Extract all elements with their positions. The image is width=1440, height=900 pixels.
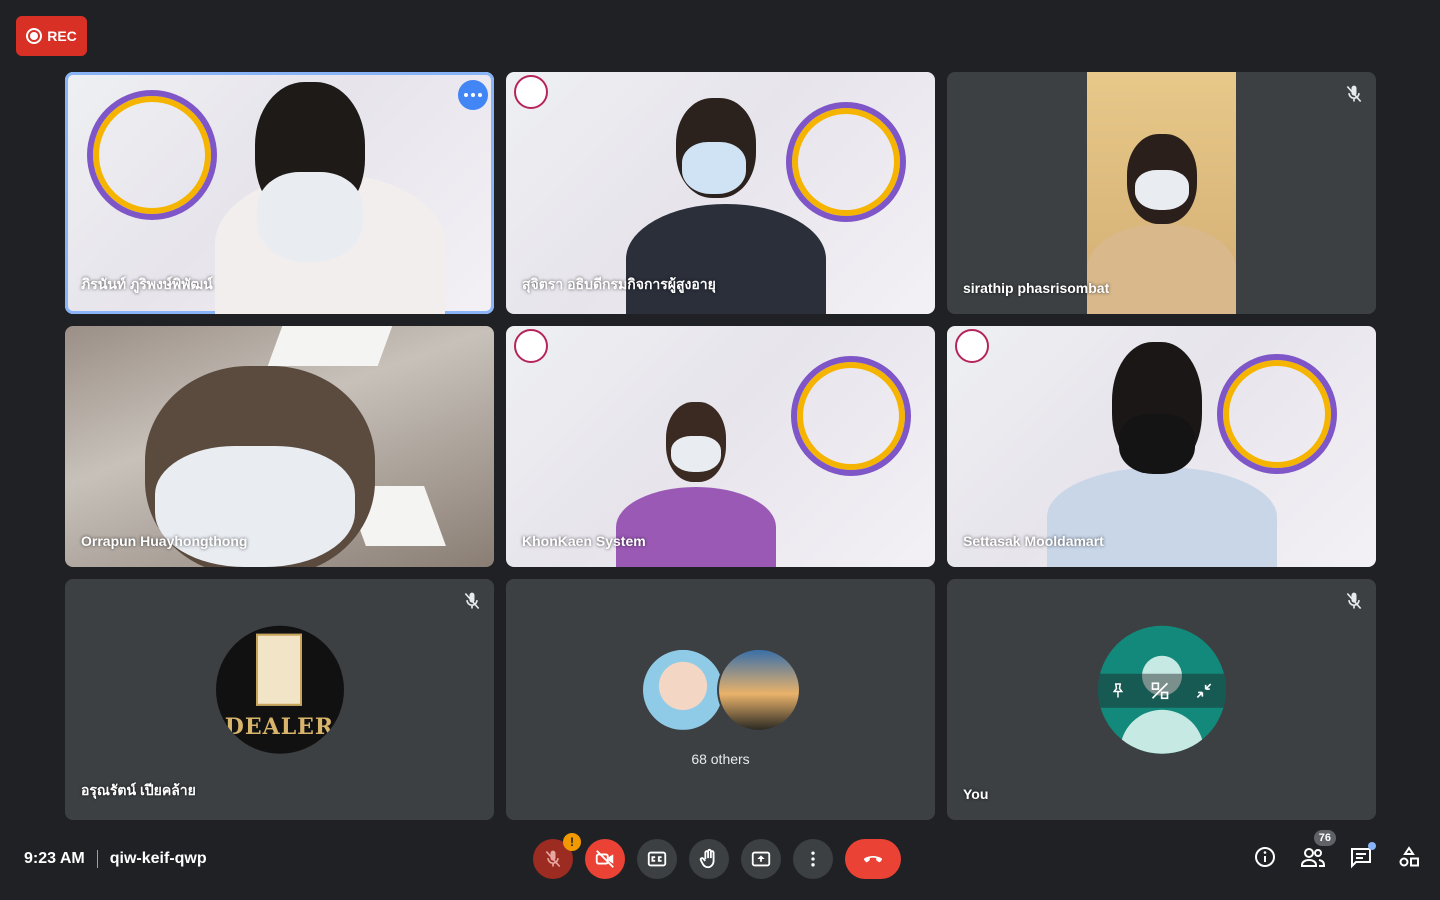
recording-label: REC [47,28,77,44]
self-avatar [1097,625,1226,754]
camera-off-icon [595,850,614,868]
captions-button[interactable] [637,839,677,879]
others-avatars [640,647,801,732]
more-vert-icon [811,851,815,867]
participant-avatar: DEALER [215,625,344,754]
camera-button[interactable] [585,839,625,879]
participant-tile[interactable]: KhonKaen System [506,326,935,567]
clock: 9:23 AM [24,850,85,867]
mic-off-icon [1346,85,1362,103]
banner-header [514,75,548,109]
participant-name: Orrapun Huayhongthong [81,533,248,549]
face-mask [1135,170,1189,210]
call-controls: ! [533,833,901,879]
people-icon [1301,848,1325,867]
avatar-image: DEALER [215,625,344,754]
participant-name: KhonKaen System [522,533,646,549]
meeting-details: 9:23 AM qiw-keif-qwp [24,850,207,868]
avatar-body [1119,709,1204,754]
others-count: 68 others [691,751,750,767]
participant-name: sirathip phasrisombat [963,280,1110,296]
people-count-badge: 76 [1313,830,1336,846]
meeting-code: qiw-keif-qwp [109,850,207,867]
present-icon [751,851,771,867]
more-options-button[interactable] [458,80,488,110]
mic-warning-badge: ! [563,833,581,851]
mic-off-icon [545,850,561,868]
participant-name: You [963,786,989,802]
people-button[interactable]: 76 [1300,830,1336,870]
end-call-icon [863,856,883,863]
raise-hand-icon [699,848,715,869]
raise-hand-button[interactable] [689,839,729,879]
participant-video [1087,72,1236,314]
participant-video [626,204,826,314]
recording-indicator[interactable]: REC [16,16,87,56]
mic-off-icon [464,592,480,610]
avatar [716,647,801,732]
present-button[interactable] [741,839,781,879]
participant-tile[interactable]: ภิรนันท์ ภูริพงษ์พิพัฒน์ [65,72,494,314]
divider [96,850,98,868]
mic-off-icon [1346,592,1362,610]
participant-tile[interactable]: Settasak Mooldamart [947,326,1376,567]
activities-button[interactable] [1396,844,1422,870]
participant-body [1087,224,1236,314]
banner-graphic [791,356,911,476]
avatar-text: DEALER [224,713,335,740]
participant-tile[interactable]: sirathip phasrisombat [947,72,1376,314]
self-tile-toolbar [1097,673,1226,708]
participant-name: Settasak Mooldamart [963,533,1104,549]
participant-video [616,487,776,567]
face-mask [257,172,363,262]
info-icon [1255,847,1275,867]
banner-graphic [87,90,217,220]
mirror-icon[interactable] [1150,680,1170,700]
seal-icon [514,75,548,109]
minimize-icon[interactable] [1194,680,1214,700]
end-call-button[interactable] [845,839,901,879]
participant-tile[interactable]: DEALER อรุณรัตน์ เปียคล้าย [65,579,494,820]
mic-off-icon [1346,339,1362,357]
meeting-info-button[interactable] [1252,844,1278,870]
banner-header [514,329,548,363]
seal-icon [514,329,548,363]
more-options-button[interactable] [793,839,833,879]
banner-graphic [786,102,906,222]
mic-button[interactable]: ! [533,833,581,879]
chat-button[interactable] [1348,842,1376,870]
avatar [640,647,725,732]
face-mask [671,436,721,472]
participant-name: อรุณรัตน์ เปียคล้าย [81,782,196,798]
face-mask [682,142,746,194]
face-mask [1119,414,1195,474]
side-controls: 76 [1252,830,1422,870]
pin-icon[interactable] [1109,681,1127,699]
self-tile[interactable]: You [947,579,1376,820]
participant-video [1047,467,1277,567]
participant-name: สุจิตรา อธิบดีกรมกิจการผู้สูงอายุ [522,276,716,292]
participant-tile[interactable]: Orrapun Huayhongthong [65,326,494,567]
participant-tile[interactable]: สุจิตรา อธิบดีกรมกิจการผู้สูงอายุ [506,72,935,314]
banner-graphic [1217,354,1337,474]
others-tile[interactable]: 68 others [506,579,935,820]
avatar-photo [255,633,302,706]
captions-icon [647,851,667,867]
chat-notification-dot [1368,842,1376,850]
more-options-icon [464,93,468,97]
banner-header [955,329,989,363]
record-icon [26,28,43,44]
ceiling-light [267,326,393,366]
participant-name: ภิรนันท์ ภูริพงษ์พิพัฒน์ [81,276,213,292]
seal-icon [955,329,989,363]
activities-icon [1399,846,1419,867]
